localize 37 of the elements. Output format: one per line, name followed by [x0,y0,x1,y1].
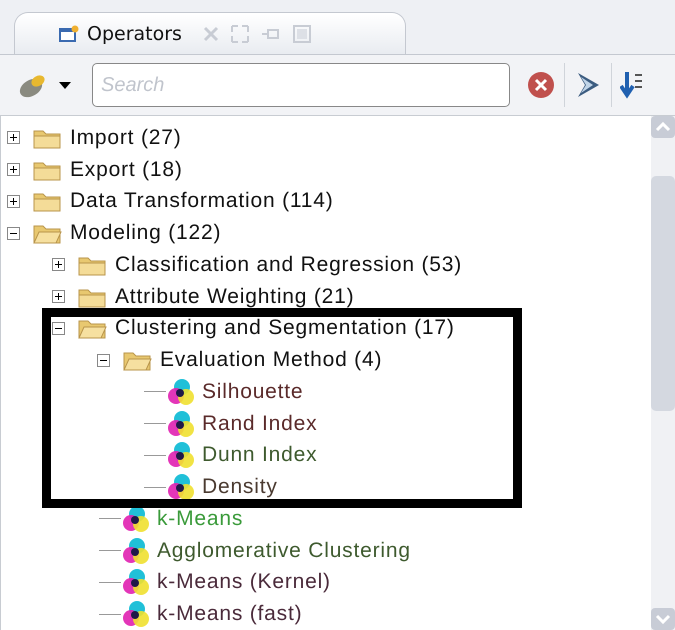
clear-icon[interactable] [526,70,556,100]
collapse-icon[interactable] [7,226,20,240]
circles-icon [168,442,194,468]
collapse-icon[interactable] [52,322,65,335]
circles-icon [123,506,149,532]
operator-label[interactable]: Silhouette [202,380,304,404]
circles-icon [168,474,194,500]
operator-label[interactable]: k-Means [157,506,244,531]
scrollbar-thumb[interactable] [651,176,675,411]
folder-label[interactable]: Attribute Weighting (21) [115,284,354,309]
folder-label[interactable]: Clustering and Segmentation (17) [115,316,455,340]
circles-icon [168,378,194,405]
expand-icon[interactable] [7,163,20,176]
operator-label[interactable]: Agglomerative Clustering [157,538,411,563]
operator-label[interactable]: Dunn Index [202,443,318,468]
folder-label[interactable]: Classification and Regression (53) [115,252,462,277]
expand-icon[interactable] [52,290,65,304]
operator-label[interactable]: k-Means (fast) [157,602,302,626]
collapse-icon[interactable] [97,354,110,367]
operator-label[interactable]: Rand Index [202,412,318,436]
expand-icon[interactable] [7,131,20,144]
circles-icon [123,569,149,596]
folder-label[interactable]: Export (18) [70,158,183,182]
circles-icon [123,538,149,564]
operator-label[interactable]: Density [202,475,278,500]
folder-label[interactable]: Evaluation Method (4) [160,348,382,372]
search-field[interactable]: Search [92,63,510,108]
circles-icon [123,601,149,628]
window-icon [59,24,79,43]
caret-icon[interactable] [58,80,72,90]
folder-label[interactable]: Modeling (122) [70,221,222,246]
expand-icon[interactable] [7,194,20,208]
circles-icon [168,410,194,437]
operator-label[interactable]: k-Means (Kernel) [157,570,331,594]
folder-label[interactable]: Import (27) [70,126,182,150]
folder-label[interactable]: Data Transformation (114) [70,189,334,214]
expand-icon[interactable] [52,258,65,272]
